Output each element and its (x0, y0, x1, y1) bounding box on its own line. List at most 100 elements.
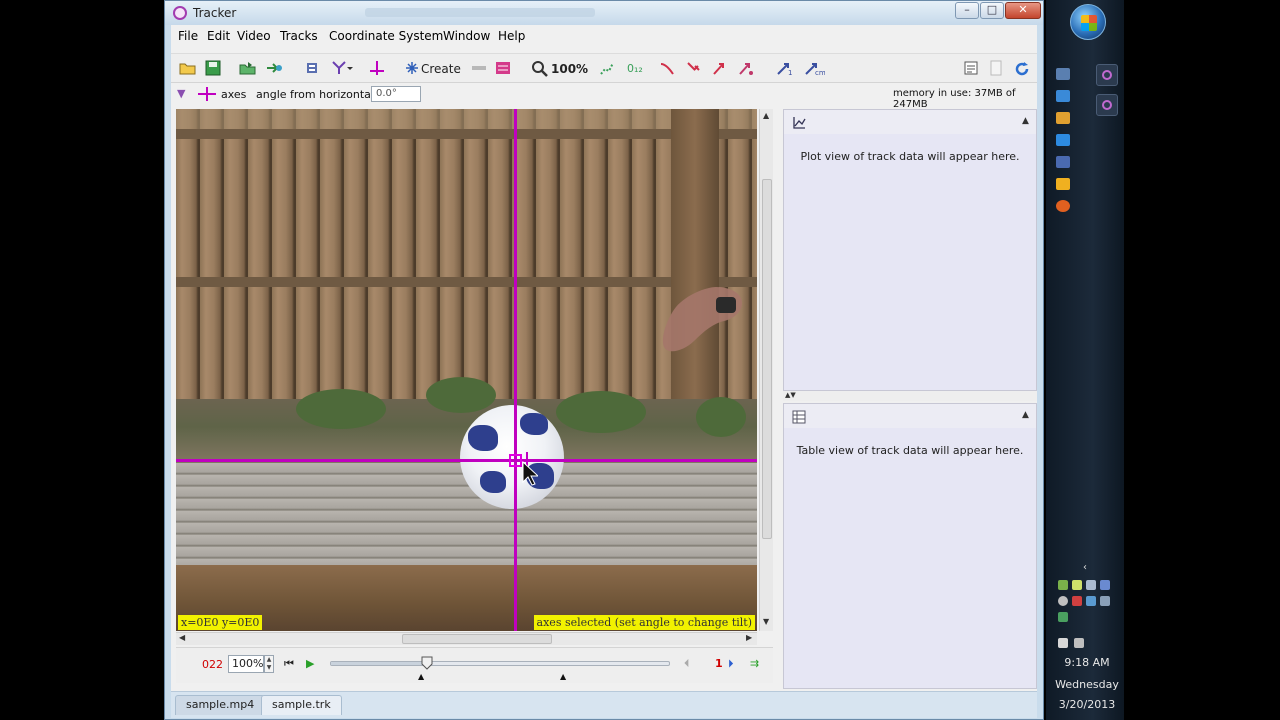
angle-input[interactable]: 0.0° (371, 86, 421, 102)
menu-window[interactable]: Window (443, 29, 490, 43)
tray-icon-4[interactable] (1100, 580, 1110, 590)
quicklaunch-folder-icon[interactable] (1056, 112, 1070, 124)
tray-expand-icon[interactable]: ‹ (1083, 562, 1087, 573)
track-name[interactable]: axes (221, 88, 246, 101)
track-control-icon[interactable] (471, 60, 487, 78)
table-icon[interactable] (792, 409, 806, 428)
acceleration-icon[interactable] (737, 60, 755, 78)
center-of-mass-icon[interactable]: cm (803, 60, 825, 78)
create-track-icon[interactable] (405, 60, 419, 78)
axes-origin-handle[interactable] (509, 454, 522, 467)
taskbar-app-1[interactable] (1096, 64, 1118, 86)
save-icon[interactable] (205, 60, 221, 78)
scroll-up-icon[interactable]: ▲ (763, 111, 769, 120)
zoom-icon[interactable] (531, 60, 549, 78)
clock-day[interactable]: Wednesday (1054, 678, 1120, 691)
minimize-button[interactable]: – (955, 2, 979, 19)
collapse-plot-icon[interactable]: ▲ (1022, 116, 1029, 126)
track-property-bar: ▼ axes angle from horizontal 0.0° memory… (171, 85, 1037, 110)
scroll-right-icon[interactable]: ▶ (746, 633, 752, 642)
step-size[interactable]: 1 (715, 657, 723, 670)
quicklaunch-desktop-icon[interactable] (1056, 68, 1070, 80)
start-button[interactable] (1070, 4, 1106, 40)
menu-coordinate-system[interactable]: Coordinate System (329, 29, 443, 43)
tray-icon-7[interactable] (1086, 596, 1096, 606)
tray-icon-9[interactable] (1058, 612, 1068, 622)
menu-video[interactable]: Video (237, 29, 271, 43)
slider-knob[interactable] (421, 656, 433, 670)
menu-edit[interactable]: Edit (207, 29, 230, 43)
y-axis-line[interactable] (514, 109, 517, 631)
menu-tracks[interactable]: Tracks (280, 29, 318, 43)
close-button[interactable]: ✕ (1005, 2, 1041, 19)
maximize-button[interactable]: □ (980, 2, 1004, 19)
video-horizontal-scrollbar[interactable]: ◀ ▶ (176, 632, 757, 645)
playback-rate-field[interactable]: 100% (228, 655, 264, 673)
title-bar[interactable]: Tracker – □ ✕ (165, 1, 1043, 25)
power-icon[interactable] (1058, 638, 1068, 648)
step-forward-icon[interactable]: ⏵ (728, 657, 734, 671)
measure-icon[interactable]: 1 (775, 60, 795, 78)
frame-slider[interactable] (330, 661, 670, 666)
step-back-icon[interactable]: ⏴ (684, 657, 690, 671)
page-icon[interactable] (989, 60, 1003, 78)
quicklaunch-firefox-icon[interactable] (1056, 200, 1070, 212)
filter-icon[interactable] (495, 60, 511, 78)
menu-bar: File Edit Video Tracks Coordinate System… (171, 25, 1037, 47)
menu-file[interactable]: File (178, 29, 198, 43)
export-icon[interactable] (265, 60, 283, 78)
trails-icon[interactable] (659, 60, 677, 78)
rate-spinner[interactable]: ▲ ▼ (264, 655, 274, 673)
open-video-icon[interactable] (239, 60, 257, 78)
position-icon[interactable] (685, 60, 703, 78)
tab-sample-trk[interactable]: sample.trk (261, 695, 342, 715)
tray-icon-2[interactable] (1072, 580, 1082, 590)
loop-icon[interactable]: ⇉ (750, 657, 759, 670)
track-menu-arrow-icon[interactable]: ▼ (177, 87, 185, 100)
frame-number[interactable]: 022 (202, 658, 223, 671)
video-view[interactable]: x=0E0 y=0E0 axes selected (set angle to … (176, 109, 757, 631)
play-icon[interactable]: ▶ (306, 657, 314, 670)
quicklaunch-window-icon[interactable] (1056, 156, 1070, 168)
clip-settings-icon[interactable] (305, 60, 319, 78)
create-button[interactable]: Create (421, 60, 461, 78)
quicklaunch-ie-icon[interactable] (1056, 134, 1070, 146)
open-icon[interactable] (179, 60, 197, 78)
volume-icon[interactable] (1074, 638, 1084, 648)
tray-icon-3[interactable] (1086, 580, 1096, 590)
refresh-icon[interactable] (1013, 60, 1031, 78)
collapse-table-icon[interactable]: ▲ (1022, 410, 1029, 420)
file-tabs: sample.mp4 sample.trk (171, 691, 1037, 718)
axes-icon[interactable] (369, 60, 385, 78)
panel-splitter[interactable]: ▲▼ (783, 391, 1037, 401)
quicklaunch-search-icon[interactable] (1056, 90, 1070, 102)
notes-icon[interactable] (963, 60, 979, 78)
calibration-icon[interactable] (331, 60, 353, 78)
memory-status[interactable]: memory in use: 37MB of 247MB (893, 88, 1037, 110)
end-marker-icon[interactable]: ▲ (560, 672, 566, 681)
zoom-level[interactable]: 100% (551, 60, 588, 78)
rewind-icon[interactable]: ⏮ (284, 657, 294, 671)
scroll-left-icon[interactable]: ◀ (179, 633, 185, 642)
scroll-down-icon[interactable]: ▼ (763, 617, 769, 626)
tab-sample-mp4[interactable]: sample.mp4 (175, 695, 266, 715)
plot-icon[interactable] (792, 115, 806, 134)
tracker-app-icon (173, 6, 187, 20)
menu-help[interactable]: Help (498, 29, 525, 43)
labels-icon[interactable]: 0₁₂ (627, 60, 643, 78)
coordinate-readout: x=0E0 y=0E0 (178, 615, 263, 630)
velocity-icon[interactable] (711, 60, 729, 78)
taskbar-app-tracker[interactable] (1096, 94, 1118, 116)
tray-icon-8[interactable] (1100, 596, 1110, 606)
quicklaunch-media-icon[interactable] (1056, 178, 1070, 190)
tray-icon-1[interactable] (1058, 580, 1068, 590)
clock-date[interactable]: 3/20/2013 (1054, 698, 1120, 711)
x-axis-line[interactable] (176, 459, 757, 462)
start-marker-icon[interactable]: ▲ (418, 672, 424, 681)
path-icon[interactable] (599, 60, 615, 78)
clock-time[interactable]: 9:18 AM (1054, 656, 1120, 669)
tray-icon-5[interactable] (1058, 596, 1068, 606)
video-vertical-scrollbar[interactable]: ▲ ▼ (759, 109, 773, 631)
table-panel-header: ▲ (784, 404, 1036, 428)
tray-icon-6[interactable] (1072, 596, 1082, 606)
